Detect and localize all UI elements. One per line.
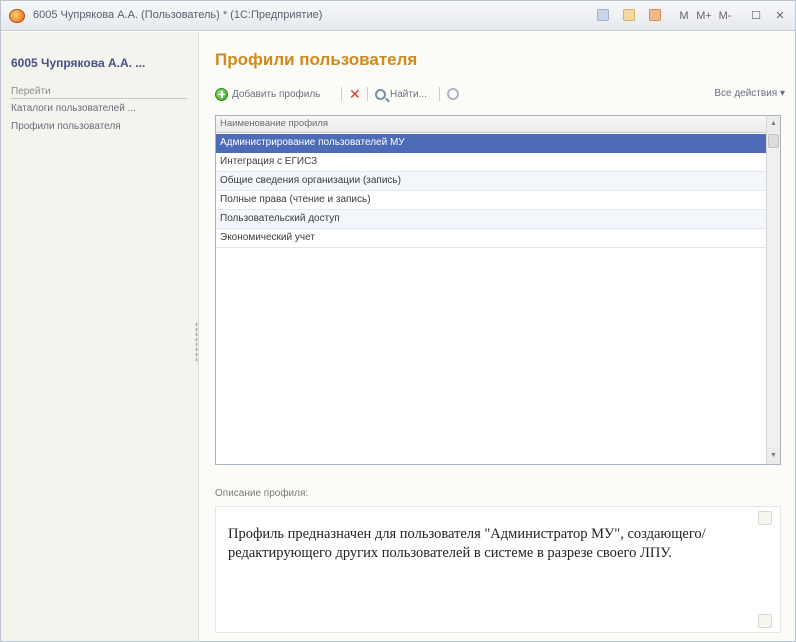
cancel-search-button[interactable] — [447, 83, 459, 105]
all-actions-menu[interactable]: Все действия ▾ — [714, 83, 785, 105]
sidebar-item-user-profiles[interactable]: Профили пользователя — [11, 121, 121, 132]
table-row[interactable]: Интеграция с ЕГИСЗ — [216, 153, 766, 172]
description-label: Описание профиля: — [215, 488, 309, 499]
sidebar-item-user-catalogs[interactable]: Каталоги пользователей ... — [11, 103, 136, 114]
vertical-scrollbar[interactable]: ▲ ▼ — [766, 116, 780, 464]
add-profile-label: Добавить профиль — [232, 88, 321, 100]
memory-plus-button[interactable]: M+ — [695, 8, 713, 24]
toolbar: Добавить профиль ✕ Найти... Все действия… — [215, 83, 785, 105]
panel-resize-handle[interactable] — [195, 322, 198, 362]
toolbar-separator — [439, 87, 440, 101]
table-body: Администрирование пользователей МУ Интег… — [216, 134, 766, 248]
table-row[interactable]: Полные права (чтение и запись) — [216, 191, 766, 210]
toolbar-separator — [341, 87, 342, 101]
maximize-icon[interactable]: ☐ — [749, 8, 763, 24]
toolbar-separator — [367, 87, 368, 101]
scroll-thumb[interactable] — [768, 134, 779, 148]
add-profile-button[interactable]: Добавить профиль — [215, 83, 320, 105]
clipboard-icon[interactable] — [649, 9, 661, 21]
description-field[interactable]: Профиль предназначен для пользователя "А… — [215, 506, 781, 633]
column-header-profile-name[interactable]: Наименование профиля — [216, 116, 766, 133]
goto-section-label: Перейти — [11, 86, 187, 99]
find-label: Найти... — [390, 88, 427, 100]
profiles-table: Наименование профиля Администрирование п… — [215, 115, 781, 465]
description-scroll-up-button[interactable] — [758, 511, 772, 525]
calendar-icon[interactable] — [623, 9, 635, 21]
scroll-down-icon[interactable]: ▼ — [767, 448, 780, 464]
cancel-search-icon — [447, 88, 459, 100]
search-icon — [375, 88, 386, 100]
description-text: Профиль предназначен для пользователя "А… — [228, 526, 706, 561]
navigation-panel: 6005 Чупрякова А.А. ... Перейти Каталоги… — [1, 32, 199, 641]
description-scroll-down-button[interactable] — [758, 614, 772, 628]
table-row[interactable]: Администрирование пользователей МУ — [216, 134, 766, 153]
title-bar: 6005 Чупрякова А.А. (Пользователь) * (1С… — [1, 1, 795, 31]
close-icon[interactable]: ✕ — [773, 8, 787, 24]
table-row[interactable]: Общие сведения организации (запись) — [216, 172, 766, 191]
user-title[interactable]: 6005 Чупрякова А.А. ... — [11, 56, 191, 70]
memory-button[interactable]: M — [677, 8, 691, 24]
app-window: 6005 Чупрякова А.А. (Пользователь) * (1С… — [0, 0, 796, 642]
page-title: Профили пользователя — [215, 50, 418, 69]
add-icon — [215, 87, 228, 101]
window-title: 6005 Чупрякова А.А. (Пользователь) * (1С… — [33, 9, 323, 21]
calculator-icon[interactable] — [597, 9, 609, 21]
app-logo-icon[interactable] — [9, 9, 25, 23]
find-button[interactable]: Найти... — [375, 83, 427, 105]
delete-icon: ✕ — [349, 86, 361, 102]
table-row[interactable]: Экономический учет — [216, 229, 766, 248]
scroll-up-icon[interactable]: ▲ — [767, 116, 780, 132]
table-row[interactable]: Пользовательский доступ — [216, 210, 766, 229]
delete-button[interactable]: ✕ — [349, 83, 361, 105]
memory-minus-button[interactable]: M- — [717, 8, 733, 24]
